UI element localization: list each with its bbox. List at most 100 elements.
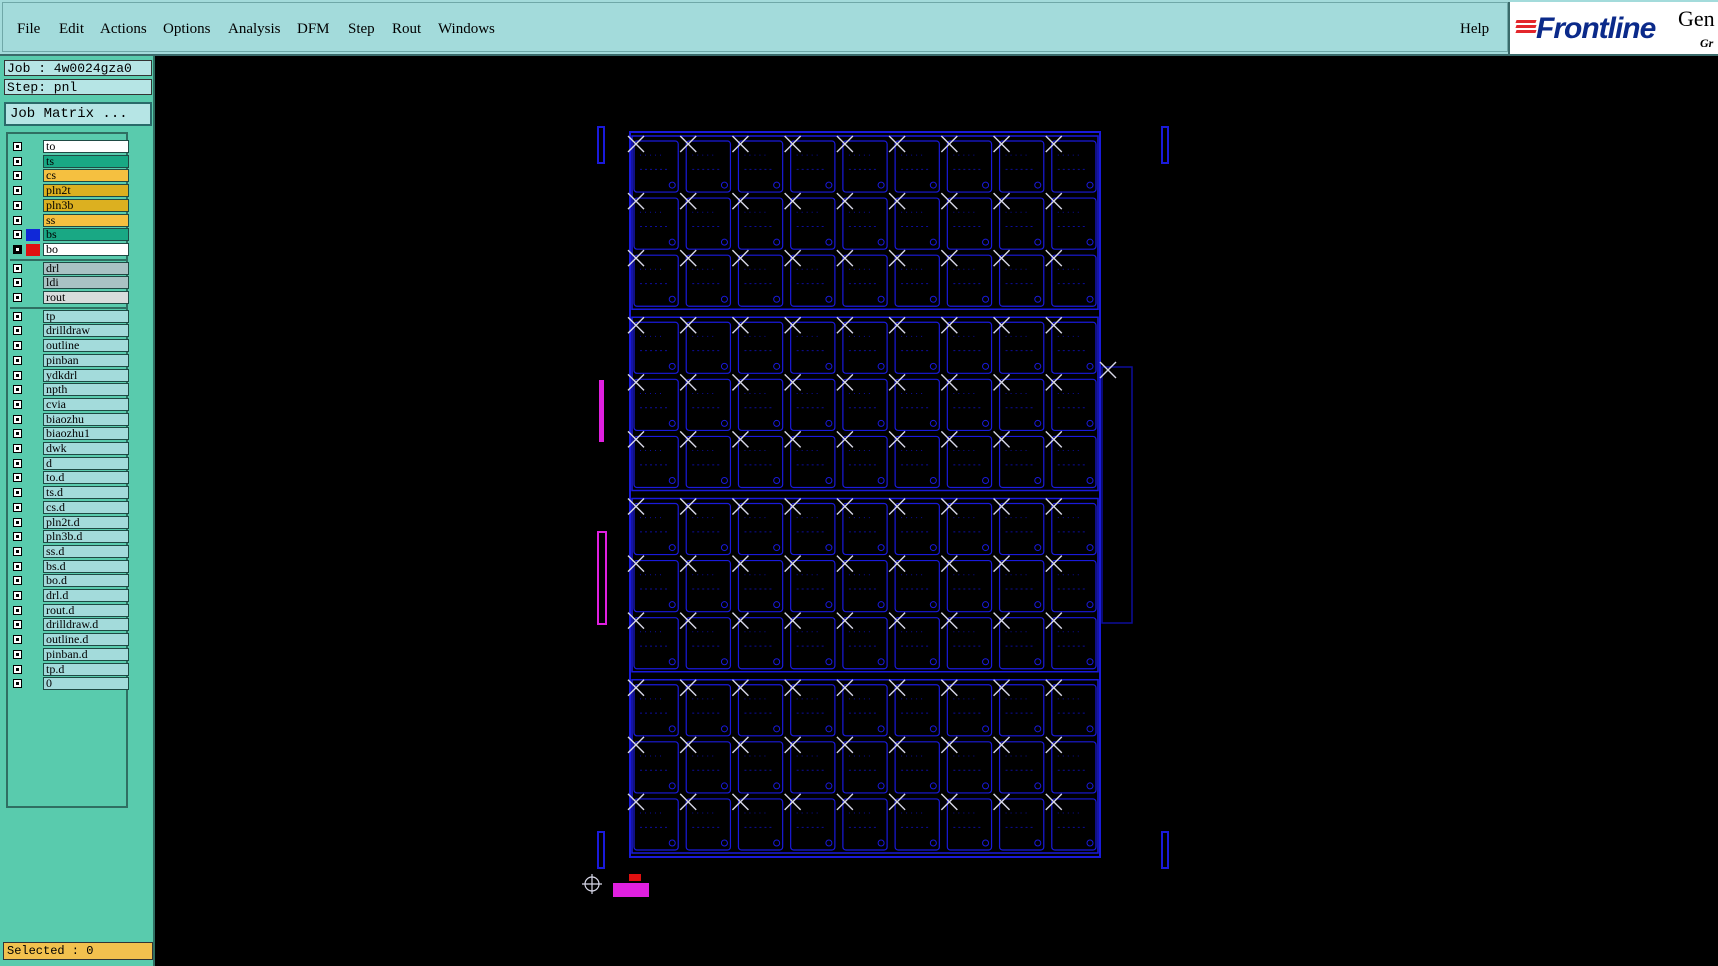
layer-name-label[interactable]: 0 — [43, 677, 129, 691]
layer-display-color-swatch[interactable] — [26, 355, 40, 367]
layer-name-label[interactable]: ts — [43, 154, 129, 168]
layer-name-label[interactable]: bs.d — [43, 559, 129, 573]
layer-affected-checkbox[interactable] — [13, 293, 22, 302]
layer-name-label[interactable]: cs.d — [43, 500, 129, 514]
layer-display-color-swatch[interactable] — [26, 561, 40, 573]
layer-row-ss.d[interactable]: ss.d — [10, 544, 129, 559]
layer-name-label[interactable]: pinban.d — [43, 647, 129, 661]
layer-display-color-swatch[interactable] — [26, 634, 40, 646]
layer-display-color-swatch[interactable] — [26, 340, 40, 352]
layer-display-color-swatch[interactable] — [26, 170, 40, 182]
layer-affected-checkbox[interactable] — [13, 429, 22, 439]
layer-row-cs.d[interactable]: cs.d — [10, 500, 129, 515]
layer-row-biaozhu[interactable]: biaozhu — [10, 412, 129, 427]
layer-row-pln3b.d[interactable]: pln3b.d — [10, 530, 129, 544]
layer-row-pinban.d[interactable]: pinban.d — [10, 647, 129, 662]
layer-name-label[interactable]: bo — [43, 242, 129, 256]
layer-row-to.d[interactable]: to.d — [10, 471, 129, 485]
layer-display-color-swatch[interactable] — [26, 649, 40, 661]
layer-affected-checkbox[interactable] — [13, 517, 22, 527]
layer-affected-checkbox[interactable] — [13, 414, 22, 424]
layer-row-drilldraw.d[interactable]: drilldraw.d — [10, 618, 129, 632]
layer-name-label[interactable]: bo.d — [43, 574, 129, 588]
layer-row-bo[interactable]: bo — [10, 242, 129, 257]
layer-row-bs[interactable]: bs — [10, 228, 129, 242]
layer-name-label[interactable]: d — [43, 456, 129, 470]
layer-name-label[interactable]: rout.d — [43, 603, 129, 617]
layer-affected-checkbox[interactable] — [13, 679, 22, 689]
layer-name-label[interactable]: pln3b — [43, 198, 129, 212]
job-matrix-button[interactable]: Job Matrix ... — [4, 102, 152, 126]
menu-actions[interactable]: Actions — [100, 21, 147, 38]
layer-affected-checkbox[interactable] — [13, 142, 22, 151]
layer-display-color-swatch[interactable] — [26, 384, 40, 396]
layer-name-label[interactable]: to.d — [43, 471, 129, 485]
layer-display-color-swatch[interactable] — [26, 575, 40, 587]
layer-name-label[interactable]: drilldraw — [43, 324, 129, 338]
layer-row-outline[interactable]: outline — [10, 339, 129, 353]
layer-row-npth[interactable]: npth — [10, 383, 129, 397]
layer-affected-checkbox[interactable] — [13, 605, 22, 615]
layer-row-0[interactable]: 0 — [10, 677, 129, 691]
layer-name-label[interactable]: pinban — [43, 353, 129, 367]
layer-row-cvia[interactable]: cvia — [10, 397, 129, 412]
layer-display-color-swatch[interactable] — [26, 531, 40, 543]
layer-affected-checkbox[interactable] — [13, 561, 22, 571]
layer-name-label[interactable]: outline.d — [43, 633, 129, 647]
layer-display-color-swatch[interactable] — [26, 678, 40, 690]
layer-row-pln2t[interactable]: pln2t — [10, 184, 129, 198]
layer-row-dwk[interactable]: dwk — [10, 442, 129, 456]
layer-affected-checkbox[interactable] — [13, 370, 22, 380]
layer-name-label[interactable]: ydkdrl — [43, 368, 129, 382]
layer-display-color-swatch[interactable] — [26, 517, 40, 529]
layer-name-label[interactable]: pln2t.d — [43, 515, 129, 529]
layer-affected-checkbox[interactable] — [13, 488, 22, 498]
layer-display-color-swatch[interactable] — [26, 487, 40, 499]
layer-display-color-swatch[interactable] — [26, 546, 40, 558]
layer-display-color-swatch[interactable] — [26, 215, 40, 227]
layer-name-label[interactable]: bs — [43, 228, 129, 242]
layer-display-color-swatch[interactable] — [26, 399, 40, 411]
layer-row-ss[interactable]: ss — [10, 213, 129, 228]
layer-row-to[interactable]: to — [10, 140, 129, 154]
menu-edit[interactable]: Edit — [59, 21, 84, 38]
layer-affected-checkbox[interactable] — [13, 591, 22, 600]
layer-name-label[interactable]: ss.d — [43, 544, 129, 558]
layer-row-pinban[interactable]: pinban — [10, 353, 129, 368]
layer-name-label[interactable]: rout — [43, 291, 129, 304]
layer-row-bo.d[interactable]: bo.d — [10, 574, 129, 588]
layer-display-color-swatch[interactable] — [26, 458, 40, 470]
layer-name-label[interactable]: drl.d — [43, 589, 129, 602]
layer-affected-checkbox[interactable] — [13, 215, 22, 225]
layer-affected-checkbox[interactable] — [13, 326, 22, 336]
layer-display-color-swatch[interactable] — [26, 664, 40, 676]
menu-windows[interactable]: Windows — [438, 21, 495, 38]
layer-affected-checkbox[interactable] — [13, 399, 22, 409]
layer-display-color-swatch[interactable] — [26, 311, 40, 323]
layer-name-label[interactable]: to — [43, 140, 129, 153]
layer-row-bs.d[interactable]: bs.d — [10, 559, 129, 574]
layer-name-label[interactable]: ldi — [43, 276, 129, 290]
layer-row-tp[interactable]: tp — [10, 309, 129, 324]
layer-display-color-swatch[interactable] — [26, 502, 40, 514]
layer-name-label[interactable]: dwk — [43, 442, 129, 455]
menu-help[interactable]: Help — [1460, 21, 1489, 38]
layer-display-color-swatch[interactable] — [26, 472, 40, 484]
layer-display-color-swatch[interactable] — [26, 443, 40, 455]
layer-row-cs[interactable]: cs — [10, 169, 129, 183]
layer-affected-checkbox[interactable] — [13, 444, 22, 453]
layer-display-color-swatch[interactable] — [26, 185, 40, 197]
layer-affected-checkbox[interactable] — [13, 263, 22, 273]
layer-row-rout[interactable]: rout — [10, 291, 129, 305]
layer-row-tp.d[interactable]: tp.d — [10, 662, 129, 677]
layer-row-d[interactable]: d — [10, 456, 129, 471]
layer-row-drl[interactable]: drl — [10, 261, 129, 276]
layer-name-label[interactable]: outline — [43, 339, 129, 353]
layer-row-pln3b[interactable]: pln3b — [10, 198, 129, 213]
layer-name-label[interactable]: tp.d — [43, 662, 129, 676]
layer-affected-checkbox[interactable] — [13, 473, 22, 483]
layer-display-color-swatch[interactable] — [26, 325, 40, 337]
menu-dfm[interactable]: DFM — [297, 21, 330, 38]
layer-affected-checkbox[interactable] — [13, 664, 22, 674]
menu-options[interactable]: Options — [163, 21, 211, 38]
